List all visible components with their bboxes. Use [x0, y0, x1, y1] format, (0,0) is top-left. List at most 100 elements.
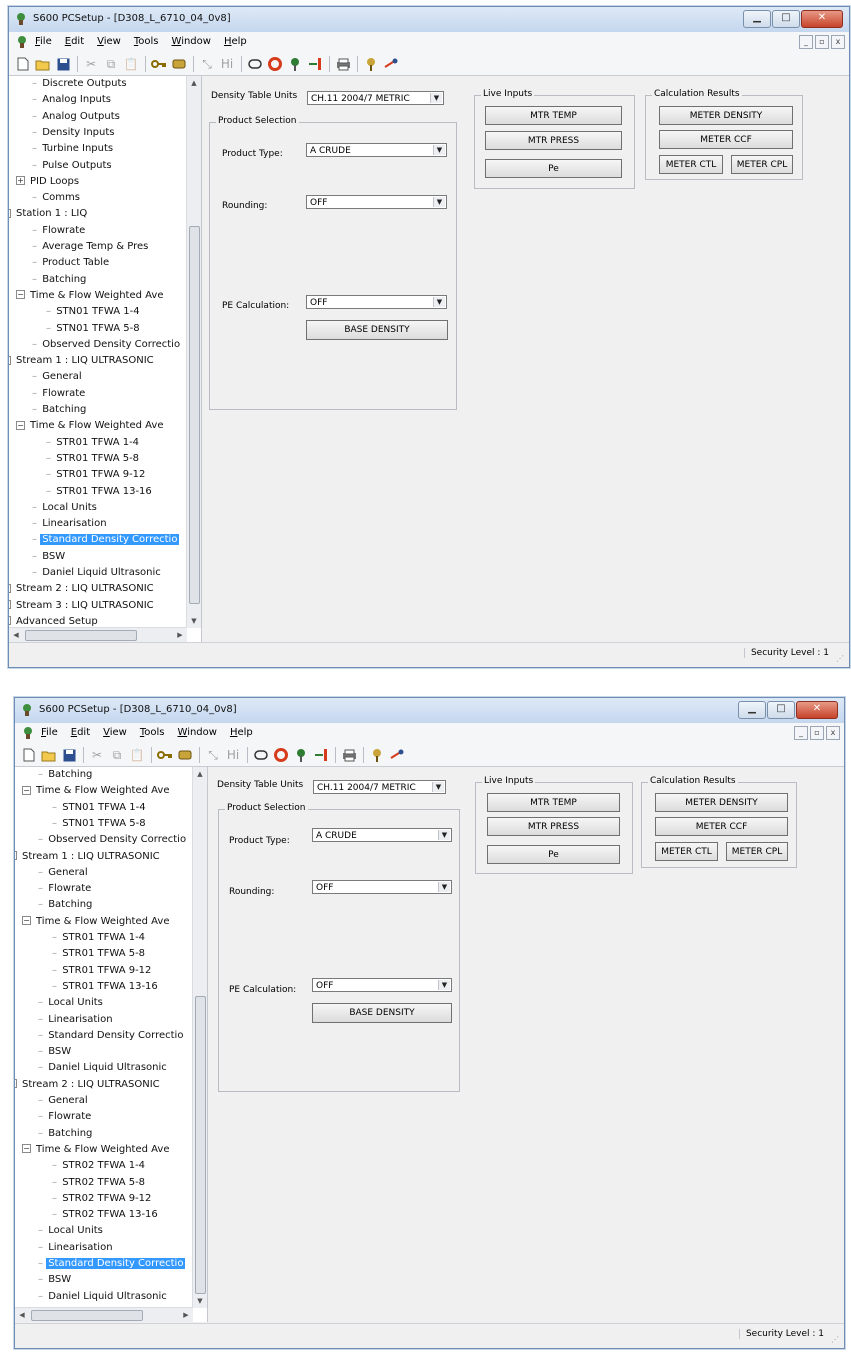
tree-item[interactable]: – Batching — [32, 272, 88, 288]
product-type-select[interactable]: A CRUDE ▼ — [306, 143, 447, 157]
scroll-thumb[interactable] — [31, 1310, 143, 1321]
pe-button[interactable]: Pe — [487, 845, 620, 864]
collapse-icon[interactable]: − — [15, 851, 17, 860]
expand-icon[interactable]: + — [9, 583, 11, 593]
scroll-left-icon[interactable]: ◀ — [9, 628, 23, 642]
tree-item[interactable]: – Batching — [38, 767, 94, 783]
tree-item[interactable]: – Flowrate — [32, 223, 87, 239]
rounding-select[interactable]: OFF ▼ — [306, 195, 447, 209]
minimize-button[interactable]: ▁ — [743, 10, 771, 28]
tree-item[interactable]: – Local Units — [38, 1223, 105, 1239]
maximize-button[interactable]: □ — [772, 10, 800, 28]
connect-icon[interactable] — [177, 747, 193, 763]
expand-icon[interactable]: ⤡ — [199, 56, 215, 72]
collapse-icon[interactable]: − — [22, 1144, 31, 1154]
tree-item[interactable]: – Observed Density Correctio — [32, 337, 182, 353]
cut-icon[interactable]: ✂ — [89, 747, 105, 763]
connect-icon[interactable] — [171, 56, 187, 72]
key-icon[interactable] — [151, 56, 167, 72]
base-density-button[interactable]: BASE DENSITY — [312, 1003, 452, 1023]
meter-ccf-button[interactable]: METER CCF — [659, 130, 793, 149]
tree-item[interactable]: – STR01 TFWA 5-8 — [46, 451, 141, 467]
tree-item[interactable]: – Turbine Inputs — [32, 141, 115, 157]
menu-window[interactable]: Window — [178, 727, 217, 738]
chevron-down-icon[interactable]: ▼ — [433, 297, 445, 307]
resize-grip-icon[interactable]: ⋰ — [836, 654, 846, 664]
meter-cpl-button[interactable]: METER CPL — [726, 842, 788, 861]
copy-icon[interactable]: ⧉ — [109, 747, 125, 763]
tree-item[interactable]: − Time & Flow Weighted Ave — [22, 1142, 171, 1158]
new-file-icon[interactable] — [21, 747, 37, 763]
tree-item[interactable]: – STR01 TFWA 5-8 — [52, 946, 147, 962]
tree-item[interactable]: – Batching — [32, 402, 88, 418]
door-icon[interactable] — [307, 56, 323, 72]
cut-icon[interactable]: ✂ — [83, 56, 99, 72]
tree-item[interactable]: – Standard Density Correctio — [38, 1256, 186, 1272]
s600-app-icon[interactable] — [15, 35, 29, 49]
meter-ctl-button[interactable]: METER CTL — [655, 842, 718, 861]
tree-item[interactable]: – Linearisation — [38, 1012, 115, 1028]
title-bar[interactable]: S600 PCSetup - [D308_L_6710_04_0v8] ▁ □ … — [9, 7, 849, 32]
tree-item[interactable]: – STR02 TFWA 9-12 — [52, 1191, 153, 1207]
tree-item[interactable]: – STR01 TFWA 1-4 — [46, 435, 141, 451]
tree-item[interactable]: – STR02 TFWA 1-4 — [52, 1158, 147, 1174]
tree-item[interactable]: + PID Loops — [16, 174, 81, 190]
tree-item[interactable]: – General — [32, 369, 84, 385]
meter-ctl-button[interactable]: METER CTL — [659, 155, 723, 174]
scroll-thumb[interactable] — [189, 226, 200, 604]
meter-density-button[interactable]: METER DENSITY — [659, 106, 793, 125]
tree-item[interactable]: – STR01 TFWA 9-12 — [52, 963, 153, 979]
pe-calculation-select[interactable]: OFF ▼ — [312, 978, 452, 992]
chevron-down-icon[interactable]: ▼ — [438, 980, 450, 990]
tree-item[interactable]: – STR02 TFWA 5-8 — [52, 1175, 147, 1191]
close-button[interactable]: ✕ — [796, 701, 838, 719]
tree-item[interactable]: + Stream 2 : LIQ ULTRASONIC — [9, 581, 156, 597]
door-icon[interactable] — [313, 747, 329, 763]
tree-item[interactable]: – STR02 TFWA 13-16 — [52, 1207, 160, 1223]
tree-item[interactable]: – Average Temp & Pres — [32, 239, 150, 255]
tree-item[interactable]: + Stream 3 : LIQ ULTRASONIC — [9, 598, 156, 614]
context-help-icon[interactable] — [383, 56, 399, 72]
open-folder-icon[interactable] — [41, 747, 57, 763]
tree-item[interactable]: – Analog Inputs — [32, 92, 113, 108]
mtr-temp-button[interactable]: MTR TEMP — [487, 793, 620, 812]
tree-item[interactable]: – STN01 TFWA 1-4 — [46, 304, 142, 320]
paste-icon[interactable]: 📋 — [129, 747, 145, 763]
tree-item[interactable]: – STR01 TFWA 13-16 — [52, 979, 160, 995]
pin-icon[interactable] — [293, 747, 309, 763]
mdi-restore-button[interactable]: ▫ — [810, 726, 824, 740]
tree-item[interactable]: – Density Inputs — [32, 125, 117, 141]
product-type-select[interactable]: A CRUDE ▼ — [312, 828, 452, 842]
rounding-select[interactable]: OFF ▼ — [312, 880, 452, 894]
meter-ccf-button[interactable]: METER CCF — [655, 817, 788, 836]
expand-icon[interactable]: + — [16, 176, 25, 186]
tree-item[interactable]: – Daniel Liquid Ultrasonic — [38, 1060, 169, 1076]
scroll-down-icon[interactable]: ▼ — [193, 1294, 207, 1308]
context-help-icon[interactable] — [389, 747, 405, 763]
menu-view[interactable]: View — [97, 36, 121, 47]
expand-icon[interactable]: ⤡ — [205, 747, 221, 763]
tree-item[interactable]: – Flowrate — [38, 1109, 93, 1125]
mtr-press-button[interactable]: MTR PRESS — [487, 817, 620, 836]
menu-help[interactable]: Help — [224, 36, 247, 47]
tree-item[interactable]: – BSW — [38, 1044, 73, 1060]
key-icon[interactable] — [157, 747, 173, 763]
tree-horizontal-scrollbar[interactable]: ◀ ▶ — [15, 1307, 193, 1322]
help-icon[interactable] — [363, 56, 379, 72]
save-icon[interactable] — [55, 56, 71, 72]
scroll-up-icon[interactable]: ▲ — [187, 76, 201, 90]
tree-item[interactable]: – BSW — [32, 549, 67, 565]
minimize-button[interactable]: ▁ — [738, 701, 766, 719]
mtr-temp-button[interactable]: MTR TEMP — [485, 106, 622, 125]
tree-item[interactable]: – STN01 TFWA 5-8 — [46, 321, 142, 337]
base-density-button[interactable]: BASE DENSITY — [306, 320, 448, 340]
tree-item[interactable]: – STR01 TFWA 13-16 — [46, 484, 154, 500]
chevron-down-icon[interactable]: ▼ — [438, 882, 450, 892]
tree-item[interactable]: – General — [38, 1093, 90, 1109]
tree-horizontal-scrollbar[interactable]: ◀ ▶ — [9, 627, 187, 642]
tree-item[interactable]: − Time & Flow Weighted Ave — [16, 288, 165, 304]
menu-window[interactable]: Window — [172, 36, 211, 47]
tree-item[interactable]: − Time & Flow Weighted Ave — [22, 783, 171, 799]
tree-item[interactable]: – Observed Density Correctio — [38, 832, 188, 848]
tree-vertical-scrollbar[interactable]: ▲ ▼ — [186, 76, 201, 628]
